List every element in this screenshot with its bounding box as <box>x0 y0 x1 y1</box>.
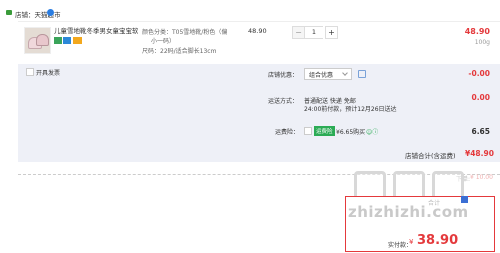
shop-total-value: ¥48.90 <box>465 149 494 158</box>
chat-icon[interactable] <box>47 9 54 16</box>
shipping-label: 运送方式： <box>268 98 299 105</box>
invoice-label: 开具发票 <box>36 70 61 77</box>
item-subtotal: 48.90 <box>464 27 490 36</box>
insurance-tag: 运费险 <box>314 126 335 136</box>
item-weight: 100g <box>474 39 490 46</box>
pay-currency: ¥ <box>409 238 414 246</box>
discount-value: -0.00 <box>468 69 490 78</box>
shop-icon <box>6 10 12 15</box>
insurance-help-icon[interactable]: ☺ⓘ <box>366 127 378 136</box>
shipping-eta: 24:00前付款，预计12月26日送达 <box>304 106 397 113</box>
product-title[interactable]: 儿童雪地靴冬季男女童宝宝软底... <box>54 27 138 35</box>
pay-value: 38.90 <box>417 233 459 248</box>
decrease-button[interactable]: − <box>292 26 305 39</box>
discount-select-value: 组合优惠 <box>309 72 334 79</box>
chevron-down-icon <box>342 70 348 76</box>
insurance-checkbox[interactable] <box>304 127 312 135</box>
increase-button[interactable]: + <box>325 26 338 39</box>
insurance-label: 运费险： <box>275 129 300 136</box>
promo-badge-icon <box>73 37 82 44</box>
spec-size: 尺码：22码/适合脚长13cm <box>142 48 217 55</box>
service-badge-icon <box>54 37 62 44</box>
shoe-image-right <box>36 34 49 46</box>
shop-total-label: 店铺合计(含运费) <box>405 152 456 160</box>
discount-label: 店铺优惠： <box>268 72 299 79</box>
faded-value: ¥ 10.00 <box>470 174 493 181</box>
order-options-panel <box>18 64 500 162</box>
spec-color: 颜色分类：T05雪地靴/粉色（偏 <box>142 29 228 36</box>
quantity-input[interactable]: 1 <box>305 26 323 39</box>
discount-select[interactable]: 组合优惠 <box>304 68 352 80</box>
insurance-value: 6.65 <box>471 127 490 136</box>
section-divider <box>18 174 500 176</box>
product-thumbnail[interactable] <box>24 27 51 54</box>
quantity-stepper: − 1 + <box>292 26 338 39</box>
insurance-price: ¥6.65购买 <box>336 129 366 136</box>
delivery-badge-icon <box>63 37 71 44</box>
watermark-text: zhizhizhi.com <box>348 203 469 221</box>
invoice-checkbox[interactable] <box>26 68 34 76</box>
confirm-checkbox[interactable] <box>461 196 468 203</box>
spec-color-cont: 小一码） <box>151 38 176 45</box>
unit-price: 48.90 <box>248 27 267 35</box>
info-icon[interactable] <box>358 70 366 78</box>
shipping-value: 0.00 <box>471 93 490 102</box>
